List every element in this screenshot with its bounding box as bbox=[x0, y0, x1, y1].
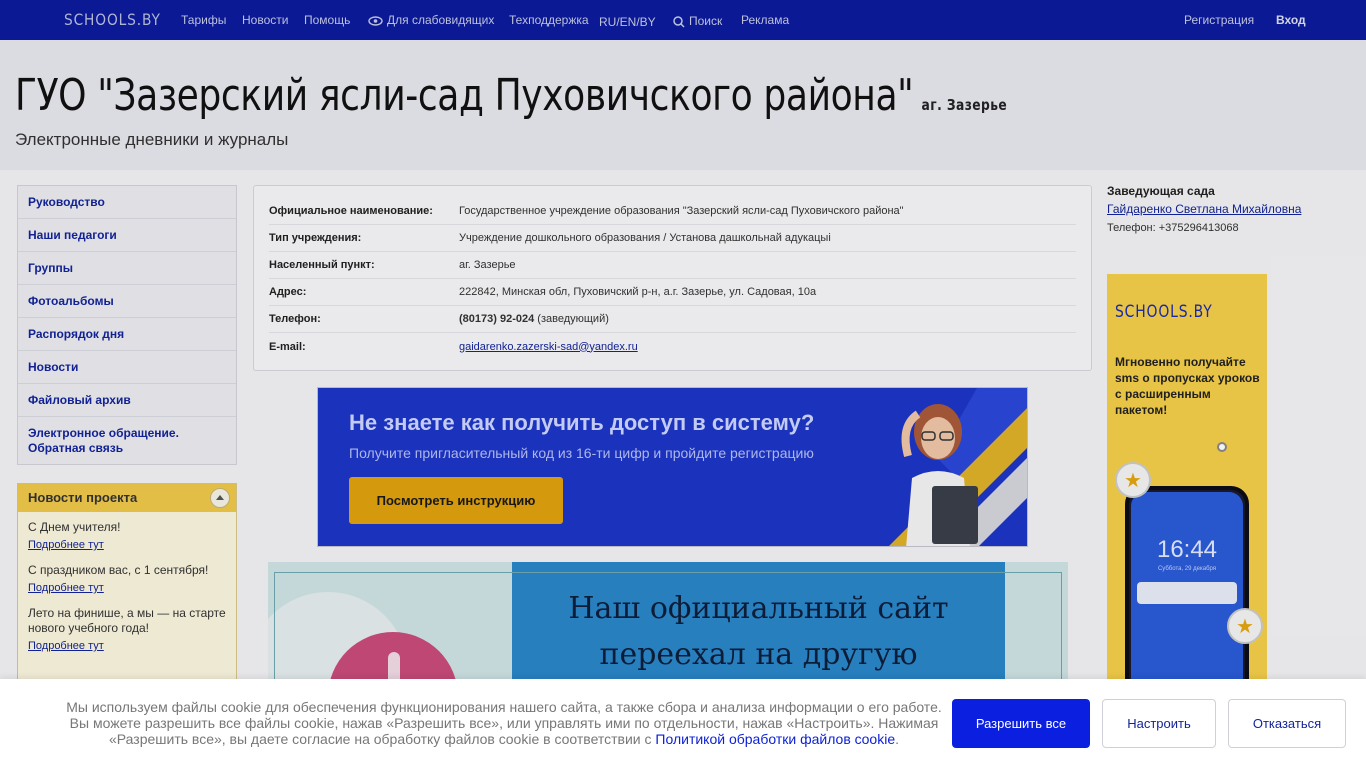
director-info: Заведующая сада Гайдаренко Светлана Миха… bbox=[1107, 184, 1347, 234]
nav-accessibility[interactable]: Для слабовидящих bbox=[368, 13, 494, 27]
project-news-box: Новости проекта С Днем учителя! Подробне… bbox=[17, 483, 237, 693]
cookie-text: Мы используем файлы cookie для обеспечен… bbox=[62, 699, 946, 747]
access-instruction-banner[interactable]: Не знаете как получить доступ в систему?… bbox=[317, 387, 1028, 547]
collapse-button[interactable] bbox=[210, 488, 230, 508]
school-title-text: ГУО "Зазерский ясли-сад Пуховичского рай… bbox=[15, 70, 914, 121]
phone-screen: 16:44 Суббота, 29 декабря bbox=[1131, 492, 1243, 694]
school-info-table: Официальное наименование: Государственно… bbox=[253, 185, 1092, 371]
phone-note: (заведующий) bbox=[534, 313, 609, 325]
login-link[interactable]: Вход bbox=[1276, 13, 1306, 27]
nav-search[interactable]: Поиск bbox=[673, 14, 722, 28]
nav-support[interactable]: Техподдержка bbox=[509, 13, 589, 27]
news-more-link[interactable]: Подробнее тут bbox=[28, 539, 226, 551]
top-navigation: SCHOOLS.BY Тарифы Новости Помощь Для сла… bbox=[0, 0, 1366, 40]
info-value: gaidarenko.zazerski-sad@yandex.ru bbox=[459, 341, 638, 353]
dot-decoration bbox=[1217, 442, 1227, 452]
school-title: ГУО "Зазерский ясли-сад Пуховичского рай… bbox=[15, 70, 1007, 121]
sidebar-menu: Руководство Наши педагоги Группы Фотоаль… bbox=[17, 185, 237, 465]
phone-date: Суббота, 29 декабря bbox=[1157, 566, 1217, 572]
phone-mockup: 16:44 Суббота, 29 декабря bbox=[1125, 486, 1249, 694]
news-item: С Днем учителя! Подробнее тут bbox=[18, 512, 236, 555]
news-more-link[interactable]: Подробнее тут bbox=[28, 640, 226, 652]
sidebar-item-feedback[interactable]: Электронное обращение. Обратная связь bbox=[18, 417, 236, 464]
info-row: Телефон: (80173) 92-024 (заведующий) bbox=[269, 306, 1076, 333]
sidebar-item-groups[interactable]: Группы bbox=[18, 252, 236, 285]
info-label: Телефон: bbox=[269, 313, 321, 325]
director-name-link[interactable]: Гайдаренко Светлана Михайловна bbox=[1107, 202, 1347, 216]
decline-button[interactable]: Отказаться bbox=[1228, 699, 1346, 748]
banner-subtitle: Получите пригласительный код из 16-ти ци… bbox=[349, 445, 814, 461]
project-news-title: Новости проекта bbox=[28, 490, 138, 505]
view-instruction-button[interactable]: Посмотреть инструкцию bbox=[349, 477, 563, 524]
info-label: Населенный пункт: bbox=[269, 259, 375, 271]
sidebar-item-teachers[interactable]: Наши педагоги bbox=[18, 219, 236, 252]
sidebar-item-management[interactable]: Руководство bbox=[18, 186, 236, 219]
school-subtitle: Электронные дневники и журналы bbox=[15, 130, 289, 149]
nav-ads[interactable]: Реклама bbox=[741, 13, 789, 27]
nav-news[interactable]: Новости bbox=[242, 13, 288, 27]
director-phone: Телефон: +375296413068 bbox=[1107, 222, 1239, 234]
nav-tariffs[interactable]: Тарифы bbox=[181, 13, 226, 27]
info-value: (80173) 92-024 (заведующий) bbox=[459, 313, 609, 325]
info-row: Адрес: 222842, Минская обл, Пуховичский … bbox=[269, 279, 1076, 306]
info-row: E-mail: gaidarenko.zazerski-sad@yandex.r… bbox=[269, 333, 1076, 360]
banner-title: Не знаете как получить доступ в систему? bbox=[349, 410, 815, 435]
info-row: Официальное наименование: Государственно… bbox=[269, 198, 1076, 225]
info-label: Официальное наименование: bbox=[269, 205, 433, 217]
phone-time: 16:44 bbox=[1156, 536, 1218, 563]
phone-number: (80173) 92-024 bbox=[459, 313, 535, 325]
info-row: Населенный пункт: аг. Зазерье bbox=[269, 252, 1076, 279]
configure-button[interactable]: Настроить bbox=[1102, 699, 1216, 748]
project-news-header: Новости проекта bbox=[18, 484, 236, 512]
cookie-policy-link[interactable]: Политикой обработки файлов cookie bbox=[655, 731, 895, 747]
news-more-link[interactable]: Подробнее тут bbox=[28, 582, 226, 594]
nav-accessibility-label: Для слабовидящих bbox=[387, 13, 495, 27]
nav-search-label: Поиск bbox=[689, 14, 723, 28]
cookie-consent-banner: Мы используем файлы cookie для обеспечен… bbox=[0, 679, 1366, 768]
register-link[interactable]: Регистрация bbox=[1184, 13, 1254, 27]
woman-illustration bbox=[901, 404, 978, 546]
school-location: аг. Зазерье bbox=[921, 96, 1008, 114]
eye-icon bbox=[368, 16, 383, 26]
sidebar-item-photo-albums[interactable]: Фотоальбомы bbox=[18, 285, 236, 318]
ad-text: Мгновенно получайте sms о пропусках урок… bbox=[1115, 355, 1260, 417]
nav-language[interactable]: RU/EN/BY bbox=[599, 15, 656, 29]
news-item-title: Лето на финише, а мы — на старте нового … bbox=[28, 606, 226, 635]
site-moved-text: Наш официальный сайт переехал на другую bbox=[512, 586, 1005, 678]
info-row: Тип учреждения: Учреждение дошкольного о… bbox=[269, 225, 1076, 252]
site-moved-line-2: переехал на другую bbox=[599, 637, 918, 672]
info-label: Адрес: bbox=[269, 286, 307, 298]
allow-all-button[interactable]: Разрешить все bbox=[952, 699, 1090, 748]
sidebar-item-daily-schedule[interactable]: Распорядок дня bbox=[18, 318, 236, 351]
ad-logo: SCHOOLS.BY bbox=[1115, 302, 1213, 322]
star-icon: ★ bbox=[1115, 462, 1151, 498]
info-label: E-mail: bbox=[269, 340, 306, 353]
director-title: Заведующая сада bbox=[1107, 184, 1215, 198]
info-value: Государственное учреждение образования "… bbox=[459, 205, 904, 217]
sidebar-item-news[interactable]: Новости bbox=[18, 351, 236, 384]
news-item-title: С праздником вас, с 1 сентября! bbox=[28, 563, 209, 577]
email-link[interactable]: gaidarenko.zazerski-sad@yandex.ru bbox=[459, 341, 638, 353]
info-value: 222842, Минская обл, Пуховичский р-н, а.… bbox=[459, 286, 817, 298]
star-icon: ★ bbox=[1227, 608, 1263, 644]
site-logo[interactable]: SCHOOLS.BY bbox=[64, 10, 161, 29]
cookie-text-end: . bbox=[895, 731, 900, 747]
search-icon bbox=[673, 16, 685, 28]
phone-notification bbox=[1137, 582, 1237, 604]
site-moved-line-1: Наш официальный сайт bbox=[568, 591, 949, 626]
info-label: Тип учреждения: bbox=[269, 232, 362, 244]
school-header: ГУО "Зазерский ясли-сад Пуховичского рай… bbox=[0, 40, 1366, 170]
news-item: Лето на финише, а мы — на старте нового … bbox=[18, 598, 236, 656]
info-value: Учреждение дошкольного образования / Уст… bbox=[459, 232, 831, 244]
sidebar-item-file-archive[interactable]: Файловый архив bbox=[18, 384, 236, 417]
nav-help[interactable]: Помощь bbox=[304, 13, 350, 27]
news-item-title: С Днем учителя! bbox=[28, 520, 121, 534]
news-item: С праздником вас, с 1 сентября! Подробне… bbox=[18, 555, 236, 598]
sms-ad-banner[interactable]: SCHOOLS.BY Мгновенно получайте sms о про… bbox=[1107, 274, 1267, 694]
info-value: аг. Зазерье bbox=[459, 259, 516, 271]
